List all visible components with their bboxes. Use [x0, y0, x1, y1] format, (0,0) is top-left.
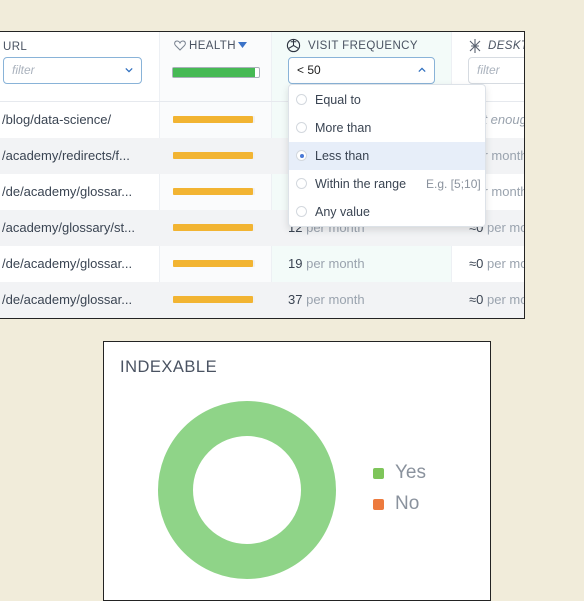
dropdown-option[interactable]: Less than [289, 142, 485, 170]
health-header: HEALTH [159, 32, 271, 102]
visit-frequency-header-label: VISIT FREQUENCY [308, 40, 418, 52]
desktop-unit: per month [487, 256, 524, 271]
desktop-unit: per month [487, 220, 524, 235]
url-cell[interactable]: /de/academy/glossar... [2, 282, 152, 318]
health-header-label: HEALTH [189, 40, 236, 52]
option-label: Equal to [315, 93, 361, 107]
openai-logo-icon [286, 38, 301, 53]
url-cell[interactable]: /de/academy/glossar... [2, 174, 152, 210]
health-bar [173, 260, 255, 267]
table-row[interactable]: /de/academy/glossar... 37 per month ≈0 per… [0, 282, 524, 318]
desktop-filter-placeholder: filter [477, 63, 500, 77]
health-bar-fill [173, 260, 254, 267]
url-filter-placeholder: filter [12, 63, 35, 77]
visit-frequency-filter-value: < 50 [297, 63, 321, 77]
dropdown-option[interactable]: More than [289, 114, 485, 142]
option-label: Any value [315, 205, 370, 219]
health-bar-fill [173, 152, 254, 159]
health-bar-fill [173, 296, 254, 303]
health-bar [173, 116, 255, 123]
visit-frequency-value: 19 [288, 256, 303, 271]
chart-title: INDEXABLE [120, 358, 218, 376]
radio-button[interactable] [296, 122, 307, 133]
health-bar-fill [173, 188, 254, 195]
dropdown-option[interactable]: Equal to [289, 86, 485, 114]
health-bar [173, 296, 255, 303]
chevron-down-icon [125, 67, 133, 73]
desktop-header-label: DESKT [488, 40, 525, 52]
legend-swatch [373, 499, 384, 510]
crawler-bot-icon [469, 39, 481, 53]
radio-button[interactable] [296, 206, 307, 217]
url-header-label: URL [3, 41, 28, 53]
visit-frequency-value: 37 [288, 292, 303, 307]
url-cell[interactable]: /blog/data-science/ [2, 102, 152, 138]
donut-slice-yes[interactable] [158, 401, 336, 579]
heart-icon [174, 40, 186, 51]
desktop-cell: ≈0 per month [469, 282, 524, 318]
indexable-chart-card: INDEXABLE Yes No [103, 341, 491, 601]
url-cell[interactable]: /academy/redirects/f... [2, 138, 152, 174]
visit-frequency-filter-input[interactable]: < 50 [288, 57, 435, 84]
health-bar [173, 224, 255, 231]
sort-descending-icon[interactable] [238, 42, 247, 49]
indexable-donut-chart [158, 401, 336, 579]
table-row[interactable]: /de/academy/glossar... 19 per month ≈0 per… [0, 246, 524, 282]
dropdown-option[interactable]: Within the range E.g. [5;10] [289, 170, 485, 198]
desktop-value: ≈0 [469, 256, 484, 271]
health-bar [173, 152, 255, 159]
radio-button[interactable] [296, 94, 307, 105]
option-label: Within the range [315, 177, 407, 191]
health-filter-fill [173, 68, 255, 77]
option-label: Less than [315, 149, 370, 163]
chevron-up-icon [418, 67, 426, 73]
health-bar [173, 188, 255, 195]
visit-frequency-cell: 37 per month [288, 282, 365, 318]
filter-operator-dropdown: Equal to More than Less than Within the ran… [288, 84, 486, 227]
url-filter-input[interactable]: filter [3, 57, 142, 84]
desktop-value: ≈0 [469, 292, 484, 307]
health-filter-bar[interactable] [172, 67, 260, 78]
legend-item: Yes [373, 462, 426, 484]
desktop-cell: ≈0 per month [469, 246, 524, 282]
url-header: URL filter [0, 32, 159, 102]
dropdown-option[interactable]: Any value [289, 198, 485, 226]
desktop-unit: per month [487, 292, 524, 307]
url-cell[interactable]: /de/academy/glossar... [2, 246, 152, 282]
legend-swatch [373, 468, 384, 479]
url-cell[interactable]: /academy/glossary/st... [2, 210, 152, 246]
legend-item: No [373, 493, 420, 515]
health-bar-fill [173, 116, 254, 123]
visit-frequency-cell: 19 per month [288, 246, 365, 282]
legend-label: Yes [395, 462, 426, 483]
desktop-filter-input[interactable]: filter [468, 57, 524, 84]
legend-label: No [395, 493, 420, 514]
radio-button[interactable] [296, 178, 307, 189]
option-hint: E.g. [5;10] [426, 177, 481, 191]
visit-frequency-unit: per month [306, 292, 365, 307]
option-label: More than [315, 121, 372, 135]
health-bar-fill [173, 224, 254, 231]
radio-button[interactable] [296, 150, 307, 161]
visit-frequency-unit: per month [306, 256, 365, 271]
